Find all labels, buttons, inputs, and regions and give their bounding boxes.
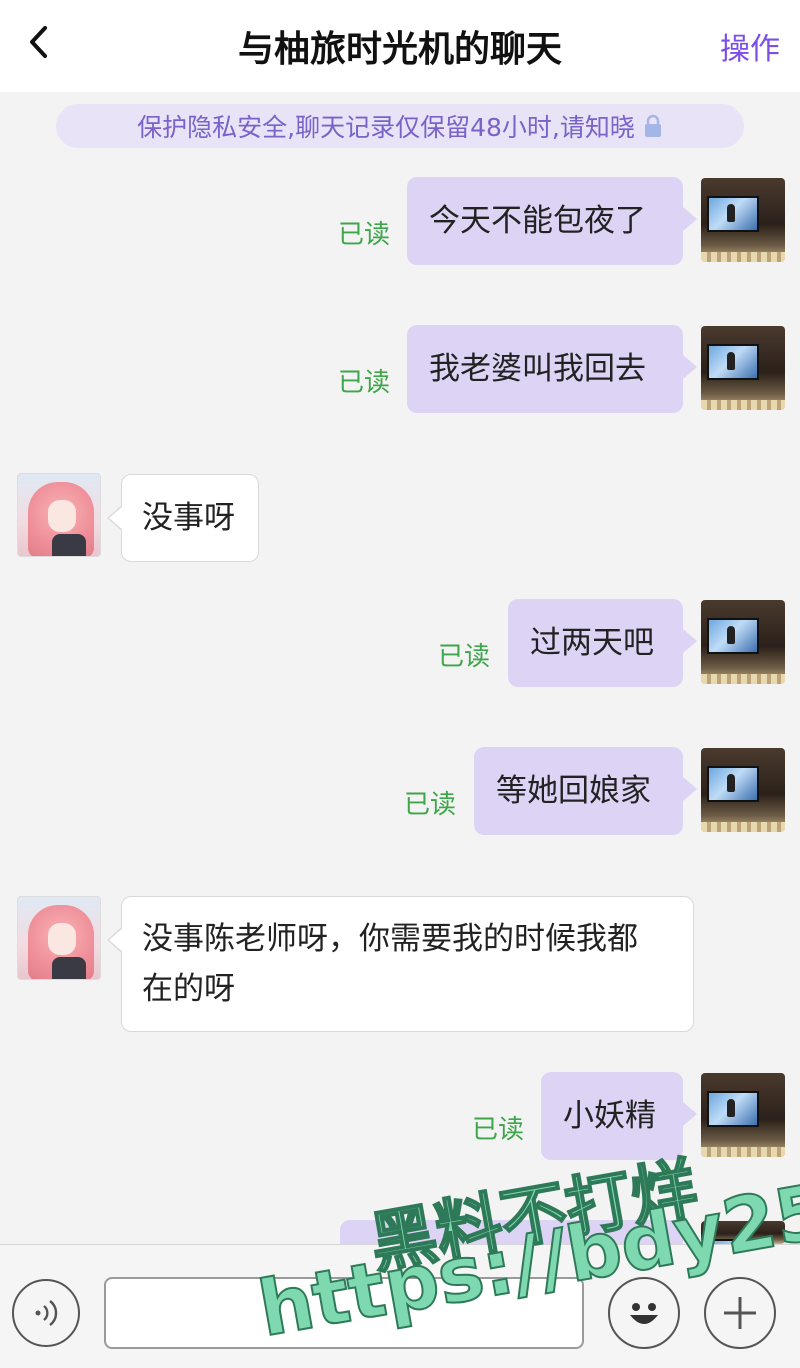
message-text: 没事呀 <box>142 500 235 536</box>
chat-screen: 与柚旅时光机的聊天 操作 保护隐私安全,聊天记录仅保留48小时,请知晓 已读 今… <box>0 0 800 1368</box>
more-options-button[interactable] <box>704 1277 776 1349</box>
input-bar <box>0 1244 800 1368</box>
contact-avatar[interactable] <box>17 473 101 557</box>
message-bubble-mine[interactable]: 今天不能包夜了 <box>407 177 697 265</box>
my-avatar[interactable] <box>701 748 785 832</box>
my-avatar[interactable] <box>701 178 785 262</box>
message-text: 等她回娘家 <box>496 773 651 809</box>
read-status: 已读 <box>404 790 457 820</box>
message-bubble-contact[interactable]: 没事呀 <box>107 474 259 562</box>
message-text: 过两天吧 <box>530 625 654 661</box>
message-text-line: 在的呀 <box>142 971 235 1007</box>
message-bubble-mine[interactable]: 过两天吧 <box>508 599 697 687</box>
read-status: 已读 <box>472 1115 525 1145</box>
read-status: 已读 <box>338 368 391 398</box>
message-bubble-contact[interactable]: 没事陈老师呀，你需要我的时候我都 在的呀 <box>107 896 694 1032</box>
message-input[interactable] <box>104 1277 584 1349</box>
my-avatar[interactable] <box>701 326 785 410</box>
my-avatar[interactable] <box>701 1221 785 1244</box>
message-bubble-mine[interactable]: 小妖精 <box>541 1072 697 1160</box>
read-status: 已读 <box>438 642 491 672</box>
message-text: 小妖精 <box>563 1098 656 1134</box>
my-avatar[interactable] <box>701 600 785 684</box>
message-text-line: 没事陈老师呀，你需要我的时候我都 <box>142 921 638 957</box>
message-bubble-mine[interactable]: 我老婆叫我回去 <box>407 325 697 413</box>
plus-icon <box>724 1297 756 1329</box>
message-text: 今天不能包夜了 <box>429 203 646 239</box>
read-status: 已读 <box>338 220 391 250</box>
message-bubble-mine[interactable]: 等她回娘家 <box>474 747 697 835</box>
my-avatar[interactable] <box>701 1073 785 1157</box>
emoji-button[interactable] <box>608 1277 680 1349</box>
voice-input-button[interactable] <box>12 1279 80 1347</box>
message-list: 已读 今天不能包夜了 已读 我老婆叫我回去 没事呀 已读 过两天吧 已读 等她回… <box>0 0 800 1280</box>
message-text: 我老婆叫我回去 <box>429 351 646 387</box>
smiley-icon <box>630 1303 658 1324</box>
contact-avatar[interactable] <box>17 896 101 980</box>
voice-icon <box>35 1300 58 1326</box>
